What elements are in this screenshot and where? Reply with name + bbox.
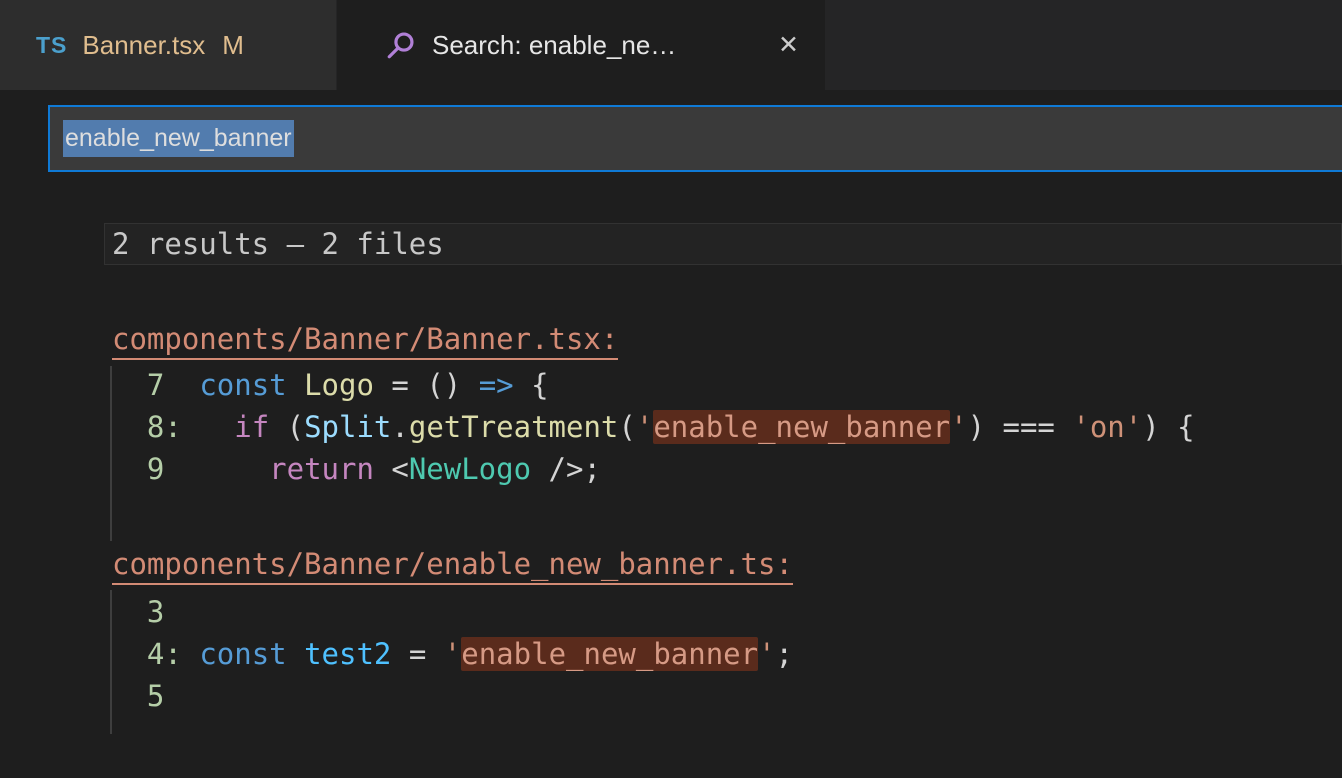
- typescript-file-icon: TS: [36, 32, 67, 59]
- code-token: />;: [531, 452, 601, 486]
- code-token: (: [269, 410, 304, 444]
- code-token: [112, 410, 147, 444]
- code-token: NewLogo: [409, 452, 531, 486]
- code-token: [164, 452, 269, 486]
- code-block: 3 4: const test2 = 'enable_new_banner'; …: [112, 591, 793, 717]
- code-token: {: [514, 368, 549, 402]
- code-token: ': [950, 410, 967, 444]
- result-line[interactable]: 4: const test2 = 'enable_new_banner';: [112, 633, 793, 675]
- code-token: test2: [304, 637, 391, 671]
- line-number: 7: [147, 368, 164, 402]
- code-token: const: [199, 368, 286, 402]
- code-token: getTreatment: [409, 410, 619, 444]
- code-token: ) {: [1142, 410, 1194, 444]
- code-token: ) ===: [968, 410, 1073, 444]
- results-summary[interactable]: 2 results — 2 files: [104, 223, 1342, 265]
- file-heading[interactable]: components/Banner/enable_new_banner.ts:: [112, 549, 793, 585]
- result-line[interactable]: 9 return <NewLogo />;: [112, 448, 1195, 490]
- line-number: 8:: [147, 410, 182, 444]
- code-token: Split: [304, 410, 391, 444]
- search-query-input[interactable]: enable_new_banner: [48, 105, 1342, 172]
- tab-label: Banner.tsx: [82, 30, 205, 61]
- code-token: 'on': [1072, 410, 1142, 444]
- code-block: 7 const Logo = () => { 8: if (Split.getT…: [112, 364, 1195, 490]
- code-token: if: [234, 410, 269, 444]
- search-match-highlight: enable_new_banner: [461, 637, 758, 671]
- line-number: 5: [147, 679, 164, 713]
- code-token: return: [269, 452, 374, 486]
- tab-search-editor[interactable]: Search: enable_ne… ✕: [337, 0, 825, 90]
- code-token: .: [391, 410, 408, 444]
- code-token: ': [758, 637, 775, 671]
- line-number: 4:: [147, 637, 182, 671]
- code-token: =: [391, 637, 443, 671]
- code-token: [112, 637, 147, 671]
- search-match-highlight: enable_new_banner: [653, 410, 950, 444]
- code-token: =>: [479, 368, 514, 402]
- code-token: ': [444, 637, 461, 671]
- results-summary-text: 2 results — 2 files: [112, 227, 444, 261]
- git-modified-badge: M: [222, 30, 244, 61]
- code-token: <: [374, 452, 409, 486]
- result-line[interactable]: 3: [112, 591, 793, 633]
- code-token: = (): [374, 368, 479, 402]
- code-token: [164, 368, 199, 402]
- close-icon[interactable]: ✕: [778, 0, 799, 90]
- code-token: [287, 368, 304, 402]
- code-token: Logo: [304, 368, 374, 402]
- search-icon: [385, 29, 417, 61]
- result-line[interactable]: 5: [112, 675, 793, 717]
- line-number: 9: [147, 452, 164, 486]
- code-token: [112, 595, 147, 629]
- code-token: ': [636, 410, 653, 444]
- tab-bar: TS Banner.tsx M Search: enable_ne… ✕: [0, 0, 1342, 90]
- code-token: [182, 637, 199, 671]
- file-heading[interactable]: components/Banner/Banner.tsx:: [112, 324, 618, 360]
- tab-banner-tsx[interactable]: TS Banner.tsx M: [0, 0, 337, 90]
- code-token: (: [618, 410, 635, 444]
- tab-label: Search: enable_ne…: [432, 30, 676, 61]
- code-token: [287, 637, 304, 671]
- code-token: [112, 679, 147, 713]
- code-token: [112, 452, 147, 486]
- code-token: [112, 368, 147, 402]
- code-token: [182, 410, 234, 444]
- code-token: const: [199, 637, 286, 671]
- result-line[interactable]: 7 const Logo = () => {: [112, 364, 1195, 406]
- selected-query-text: enable_new_banner: [63, 120, 294, 157]
- code-token: ;: [776, 637, 793, 671]
- line-number: 3: [147, 595, 164, 629]
- result-line[interactable]: 8: if (Split.getTreatment('enable_new_ba…: [112, 406, 1195, 448]
